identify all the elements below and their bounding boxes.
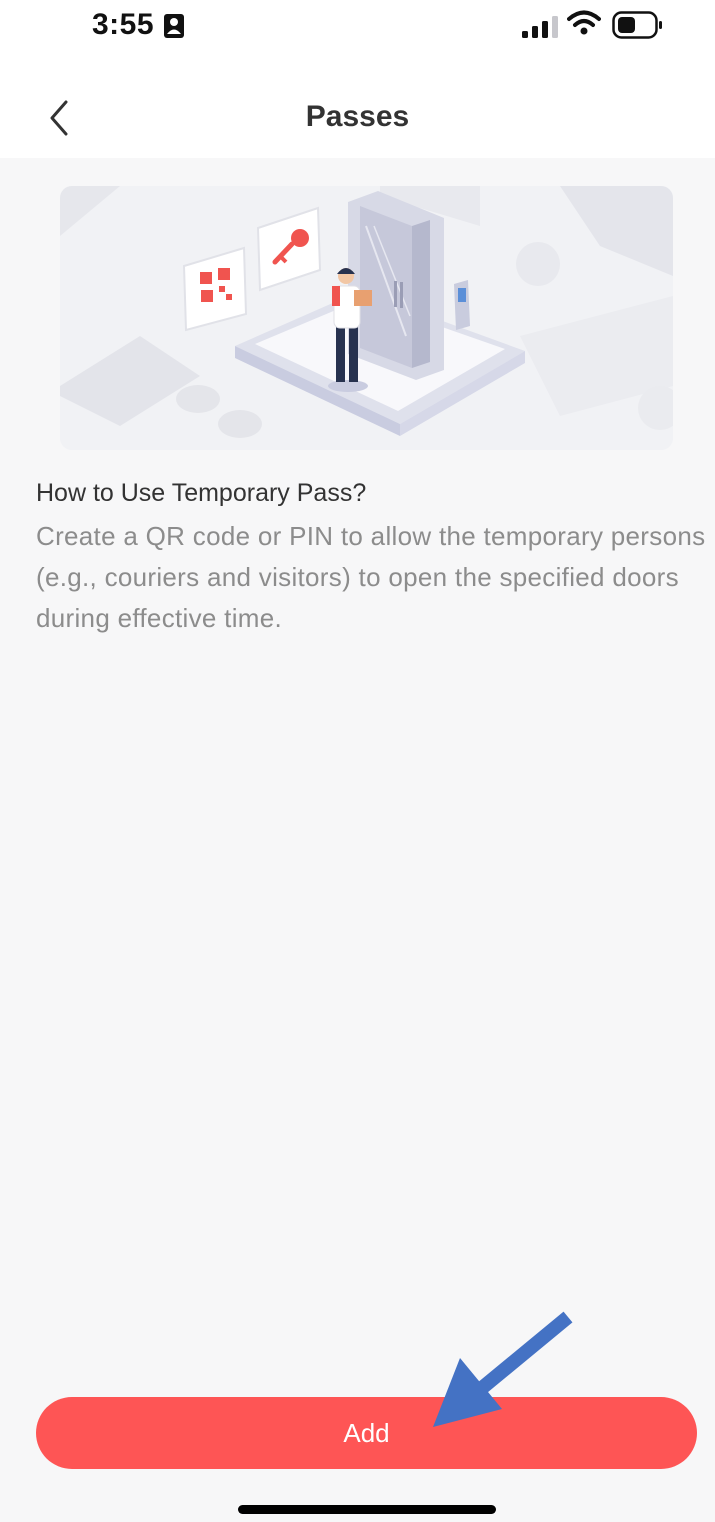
home-indicator [238,1505,496,1514]
annotation-arrow-icon [433,1311,573,1427]
status-time: 3:55 [92,8,155,41]
page-title: Passes [305,100,410,133]
add-button[interactable]: Add [36,1397,697,1469]
battery-icon [612,11,662,39]
contact-card-icon [164,14,184,38]
wifi-icon [567,10,601,35]
cellular-signal-icon [522,16,558,38]
status-bar: 3:55 [0,0,715,60]
temporary-pass-illustration [60,186,673,450]
help-title: How to Use Temporary Pass? [36,479,367,507]
help-description: Create a QR code or PIN to allow the tem… [36,521,706,633]
hero-illustration [60,186,673,450]
navigation-bar: Passes [0,60,715,158]
